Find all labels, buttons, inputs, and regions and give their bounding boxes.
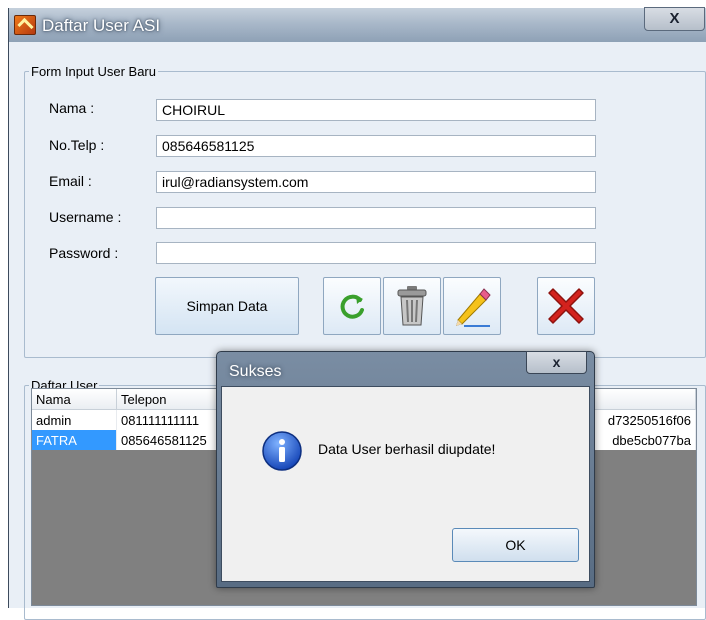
cell-nama: admin (32, 409, 117, 430)
column-header-nama[interactable]: Nama (32, 389, 117, 410)
delete-icon (548, 288, 584, 324)
email-field[interactable] (156, 171, 596, 193)
password-field[interactable] (156, 242, 596, 264)
username-label: Username : (49, 209, 122, 225)
pencil-icon (456, 288, 491, 327)
telp-label: No.Telp : (49, 137, 105, 153)
trash-icon (397, 286, 427, 326)
save-button[interactable]: Simpan Data (155, 277, 299, 335)
cell-hash: d73250516f06 (592, 409, 696, 430)
info-icon (262, 431, 302, 471)
username-field[interactable] (156, 207, 596, 229)
nama-field[interactable] (156, 99, 596, 121)
cell-nama: FATRA (32, 430, 117, 450)
dialog-body: Data User berhasil diupdate! OK (221, 386, 590, 582)
window-close-button[interactable]: X (644, 7, 705, 31)
column-header-5[interactable] (592, 389, 696, 410)
form-group-title: Form Input User Baru (31, 64, 156, 79)
success-dialog: Sukses x Data User berhasil diupdate! OK (216, 351, 595, 588)
edit-button[interactable] (443, 277, 501, 335)
dialog-message: Data User berhasil diupdate! (318, 441, 496, 457)
close-form-button[interactable] (537, 277, 595, 335)
email-label: Email : (49, 173, 92, 189)
nama-label: Nama : (49, 100, 95, 116)
refresh-icon (340, 294, 364, 319)
dialog-title: Sukses (229, 363, 282, 380)
title-bar[interactable]: Daftar User ASI X (9, 7, 706, 42)
telp-field[interactable] (156, 135, 596, 157)
ok-button[interactable]: OK (452, 528, 579, 562)
app-icon (14, 15, 36, 35)
refresh-button[interactable] (323, 277, 381, 335)
dialog-close-button[interactable]: x (526, 351, 587, 374)
window-title: Daftar User ASI (42, 16, 161, 35)
cell-hash: dbe5cb077ba (592, 430, 696, 450)
delete-trash-button[interactable] (383, 277, 441, 335)
password-label: Password : (49, 245, 119, 261)
